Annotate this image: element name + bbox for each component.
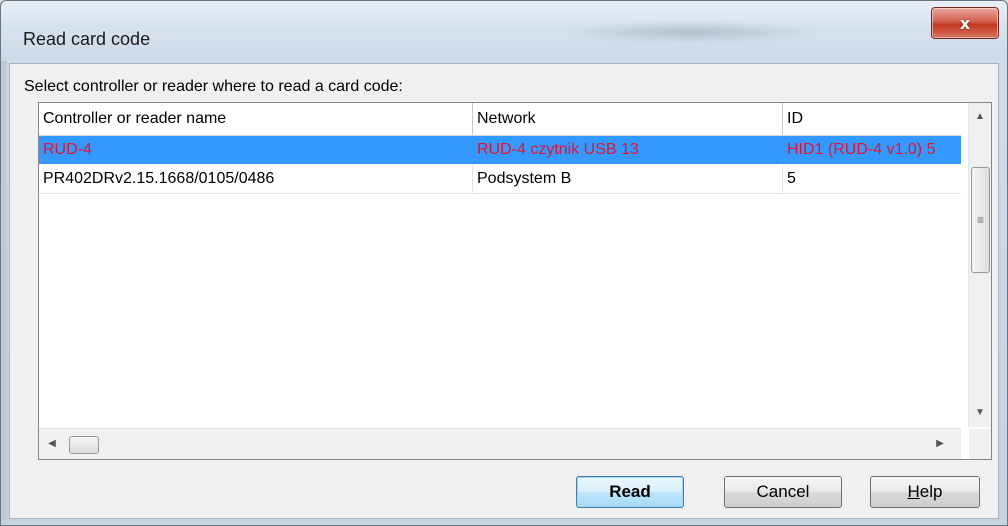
help-button[interactable]: Help: [870, 476, 980, 508]
scrollbar-corner: [969, 429, 991, 459]
title-bar[interactable]: Read card code x: [1, 1, 1007, 61]
table-row[interactable]: PR402DRv2.15.1668/0105/0486 Podsystem B …: [39, 165, 961, 194]
horizontal-scroll-thumb[interactable]: [69, 436, 99, 454]
row-id-cell: 5: [787, 170, 796, 187]
row-network-cell: Podsystem B: [473, 165, 783, 193]
close-icon: x: [959, 13, 971, 33]
help-mnemonic: H: [907, 482, 920, 501]
reader-list[interactable]: Controller or reader name Network ID RUD…: [38, 102, 992, 460]
dialog-client-area: Select controller or reader where to rea…: [9, 63, 999, 519]
arrow-right-icon[interactable]: ▶: [929, 429, 951, 459]
column-header-network[interactable]: Network: [473, 103, 783, 135]
vertical-scroll-thumb[interactable]: ≡: [971, 167, 990, 273]
row-id-cell: HID1 (RUD-4 v1.0) 5: [787, 141, 936, 158]
row-network-cell: RUD-4 czytnik USB 13: [477, 141, 639, 158]
cancel-button[interactable]: Cancel: [724, 476, 842, 508]
row-name-cell: RUD-4: [43, 141, 92, 158]
help-label-rest: elp: [919, 482, 943, 501]
dialog-window: Read card code x Select controller or re…: [0, 0, 1008, 526]
read-button[interactable]: Read: [576, 476, 684, 508]
horizontal-scrollbar[interactable]: ◀ ▶: [39, 428, 961, 459]
blurred-background-title: [561, 21, 821, 43]
arrow-left-icon[interactable]: ◀: [41, 429, 63, 459]
table-row-selected[interactable]: RUD-4 RUD-4 czytnik USB 13 HID1 (RUD-4 v…: [39, 136, 961, 164]
row-name-cell: PR402DRv2.15.1668/0105/0486: [39, 165, 473, 193]
column-header-id[interactable]: ID: [783, 103, 961, 135]
arrow-up-icon[interactable]: ▲: [969, 107, 991, 127]
arrow-down-icon[interactable]: ▼: [969, 403, 991, 423]
column-header-name[interactable]: Controller or reader name: [39, 103, 473, 135]
window-border: [1, 61, 7, 521]
dialog-title: Read card code: [23, 29, 151, 49]
instruction-label: Select controller or reader where to rea…: [24, 78, 403, 95]
list-header: Controller or reader name Network ID: [39, 103, 961, 136]
close-button[interactable]: x: [931, 7, 999, 39]
vertical-scrollbar[interactable]: ▲ ≡ ▼: [968, 103, 991, 427]
grip-icon: ≡: [976, 213, 984, 227]
